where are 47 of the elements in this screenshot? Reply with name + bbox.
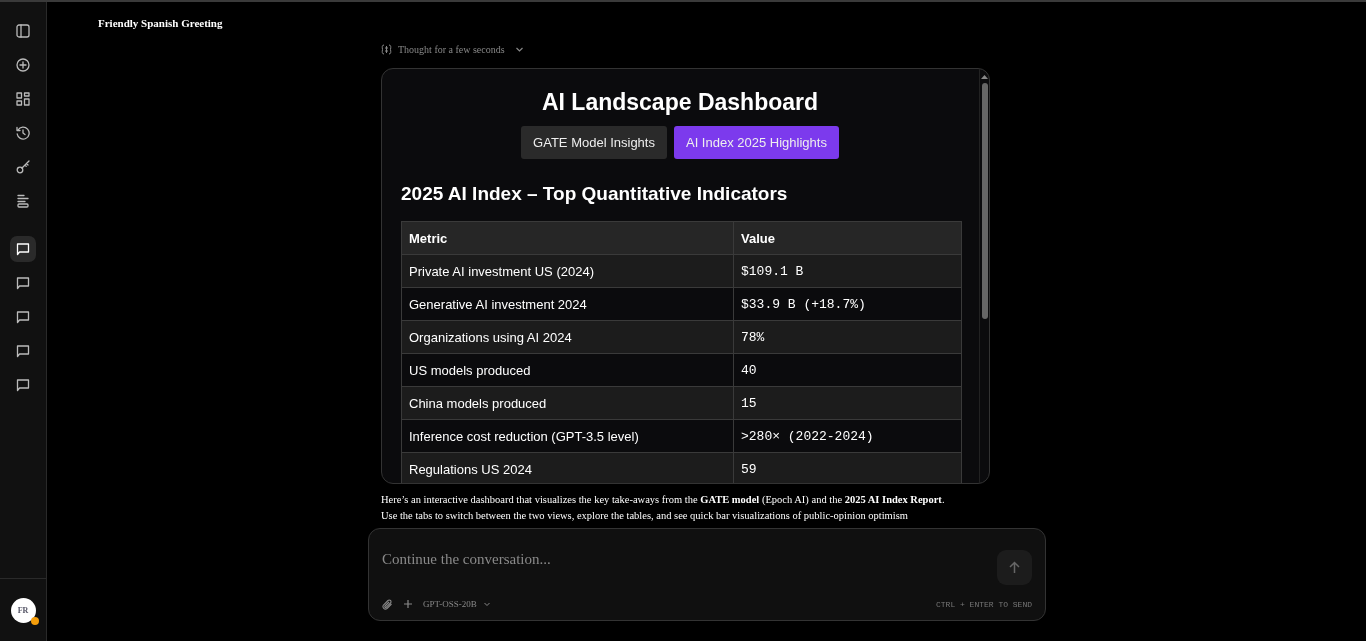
key-icon [16, 160, 30, 174]
list-icon [16, 194, 30, 208]
history-icon [16, 126, 30, 140]
user-avatar[interactable]: FR [10, 597, 36, 623]
shortcut-hint: CTRL + ENTER TO SEND [936, 599, 1032, 609]
chevron-down-icon [482, 600, 491, 608]
table-cell: Inference cost reduction (GPT-3.5 level) [401, 419, 734, 453]
message-text: Here’s an interactive dashboard that visualizes the key take-aways from the GATE model (Epoch AI) and the 2025 AI Index Report. Use the tabs to switch between the two views, explore the tables, and see quick bar visualizations of public-opinion optimism [381, 493, 946, 523]
conversation-button[interactable] [10, 236, 36, 262]
paperclip-icon [382, 598, 393, 610]
table-cell: Organizations using AI 2024 [401, 320, 734, 354]
column-header: Value [733, 221, 962, 255]
table-cell: Regulations US 2024 [401, 452, 734, 483]
section-heading: 2025 AI Index – Top Quantitative Indicators [401, 183, 788, 205]
arrow-up-icon [1008, 561, 1021, 574]
column-header: Metric [401, 221, 734, 255]
table-cell: Private AI investment US (2024) [401, 254, 734, 288]
table-cell: US models produced [401, 353, 734, 387]
table-cell: 40 [733, 353, 962, 387]
sidebar-toggle-icon [16, 24, 30, 38]
tab[interactable]: GATE Model Insights [521, 126, 667, 159]
table-cell: Generative AI investment 2024 [401, 287, 734, 321]
scroll-up-icon[interactable] [981, 75, 988, 79]
chat-bubble-icon [16, 378, 30, 392]
table-cell: $109.1 B [733, 254, 962, 288]
table-cell: $33.9 B (+18.7%) [733, 287, 962, 321]
table-cell: 78% [733, 320, 962, 354]
conversation-title: Friendly Spanish Greeting [98, 17, 223, 29]
scrollbar[interactable] [979, 69, 989, 483]
thought-toggle[interactable]: Thought for a few seconds [381, 41, 1046, 57]
table-cell: 59 [733, 452, 962, 483]
add-button[interactable] [403, 599, 413, 609]
dashboard-title: AI Landscape Dashboard [541, 89, 819, 116]
grid-icon [16, 92, 30, 106]
attach-button[interactable] [382, 598, 393, 610]
model-selector[interactable]: GPT-OSS-20B [423, 599, 491, 609]
tab[interactable]: AI Index 2025 Highlights [673, 126, 839, 159]
message-input[interactable]: Continue the conversation... [382, 551, 997, 568]
chat-bubble-icon [16, 310, 30, 324]
plus-icon [403, 599, 413, 609]
chat-bubble-icon [16, 344, 30, 358]
chat-bubble-icon [16, 242, 30, 256]
table-cell: 15 [733, 386, 962, 420]
table-cell: China models produced [401, 386, 734, 420]
plus-circle-icon [16, 58, 30, 72]
table-cell: >280× (2022-2024) [733, 419, 962, 453]
chat-bubble-icon [16, 276, 30, 290]
